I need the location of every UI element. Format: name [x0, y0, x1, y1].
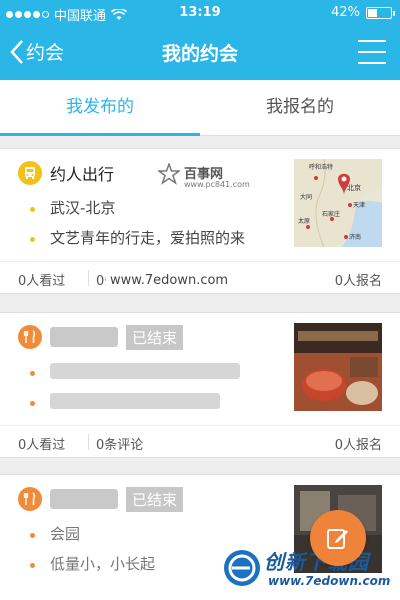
comment-count[interactable]: 0条评论: [96, 434, 143, 453]
map-label: 大同: [300, 193, 312, 201]
appointment-card[interactable]: 约人出行 武汉-北京 文艺青年的行走，爱拍照的来 百事网 www.pc841.c…: [0, 148, 400, 294]
tab-published[interactable]: 我发布的: [0, 80, 200, 136]
map-label: 天津: [353, 202, 365, 209]
map-label: 石家庄: [322, 210, 340, 218]
description-text: 文艺青年的行走，爱拍照的来: [50, 229, 246, 247]
map-label: 北京: [347, 183, 361, 192]
signup-count: 0人报名: [334, 438, 382, 453]
bottom-watermark: 创新下载园 www.7edown.com: [220, 540, 400, 600]
page-title: 我的约会: [161, 43, 238, 65]
menu-icon-bar: [358, 51, 386, 53]
card-footer: 0人看过 0条评论 0人报名: [0, 425, 400, 457]
edit-icon: [327, 529, 348, 549]
bullet: [30, 371, 35, 376]
fork-knife-icon: [18, 487, 42, 511]
bullet: [30, 207, 35, 212]
signup-count: 0人报名: [334, 274, 382, 289]
status-right: 42%: [331, 5, 395, 20]
map-label: 济南: [349, 233, 361, 241]
divider: [88, 270, 89, 286]
tab-bar: 我发布的 我报名的: [0, 80, 400, 136]
appointment-card[interactable]: 已结束 0人看过 0条评论 0人报名: [0, 312, 400, 458]
watermark-url: www.pc841.com: [184, 180, 250, 189]
watermark-site-url: www.7edown.com: [106, 273, 233, 288]
blurred-title: [50, 327, 118, 347]
battery-fill: [368, 8, 377, 17]
bullet: [30, 533, 35, 538]
create-appointment-button[interactable]: [310, 510, 366, 566]
card-title: 约人出行: [50, 165, 115, 184]
globe-logo-icon: [224, 550, 260, 586]
status-badge: 已结束: [126, 325, 184, 350]
fork-knife-icon: [18, 325, 42, 349]
bullet: [30, 563, 35, 568]
blurred-line: [50, 393, 220, 409]
card-body: 已结束: [0, 313, 400, 425]
bullet: [30, 401, 35, 406]
blurred-line: [50, 363, 240, 379]
battery-percent: 42%: [331, 5, 360, 20]
status-bar: 中国联通 13:19 42%: [0, 0, 400, 26]
view-count: 0人看过: [18, 274, 66, 289]
battery-icon: [366, 6, 395, 19]
map-label: 太原: [298, 217, 310, 225]
star-logo-icon: [158, 163, 180, 185]
route-text: 武汉-北京: [50, 199, 116, 217]
view-count: 0人看过: [18, 438, 66, 453]
map-label: 呼和浩特: [309, 163, 333, 171]
blurred-title: [50, 489, 118, 509]
bus-icon: [18, 161, 42, 185]
nav-bar: 约会 我的约会: [0, 26, 400, 80]
food-photo-thumbnail: [294, 323, 382, 411]
card-line: 会园: [50, 525, 81, 543]
card-body: 约人出行 武汉-北京 文艺青年的行走，爱拍照的来 百事网 www.pc841.c…: [0, 149, 400, 261]
map-thumbnail: 呼和浩特 北京 天津 大同 石家庄 太原 济南: [294, 159, 382, 247]
menu-button[interactable]: [358, 40, 386, 64]
status-badge: 已结束: [126, 487, 184, 512]
bullet: [30, 237, 35, 242]
menu-icon-bar: [358, 62, 386, 64]
divider: [88, 434, 89, 450]
bottom-url: www.7edown.com: [268, 574, 391, 588]
tab-registered[interactable]: 我报名的: [200, 80, 400, 135]
menu-icon-bar: [358, 40, 386, 42]
card-line: 低量小，小长起: [50, 555, 156, 573]
